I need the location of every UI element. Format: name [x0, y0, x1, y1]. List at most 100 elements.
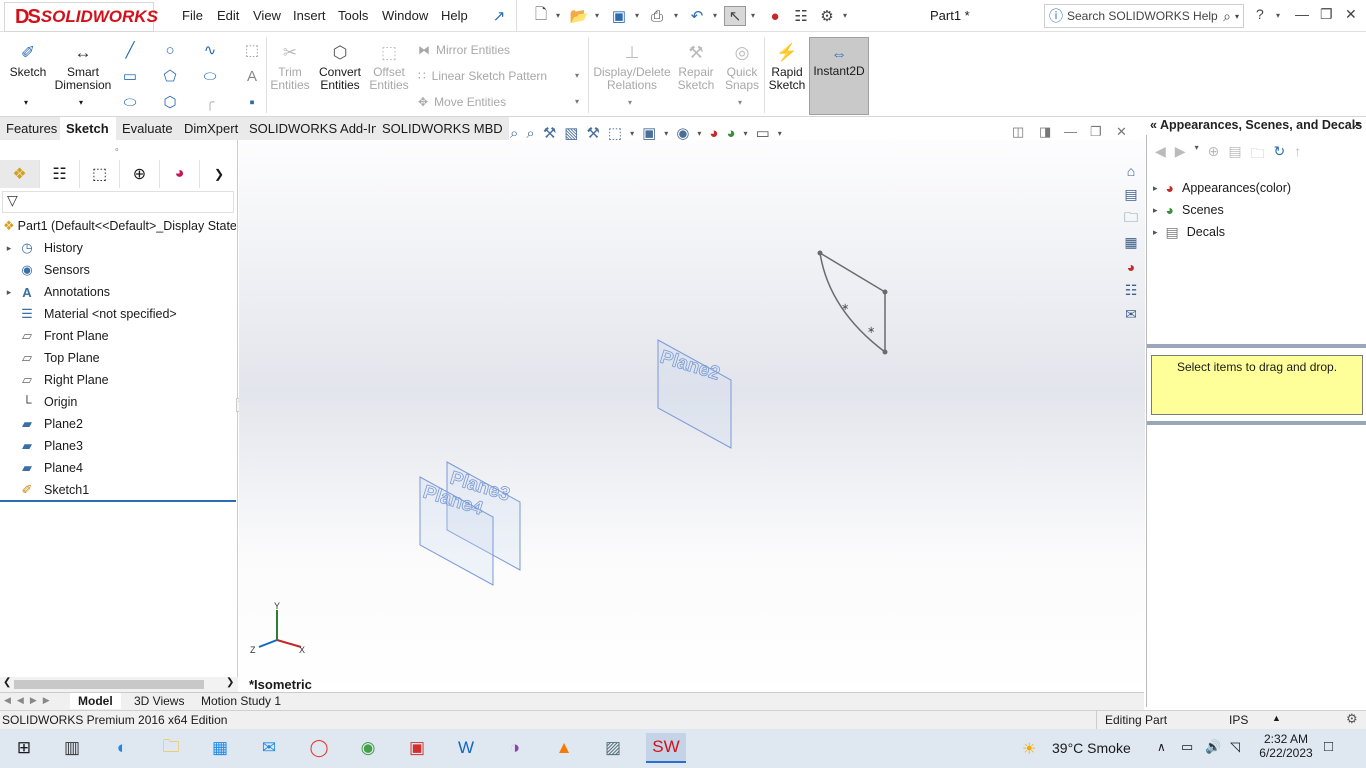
network-icon[interactable]: ◹ [1230, 739, 1240, 755]
plane2[interactable]: Plane2 [657, 339, 732, 449]
menu-file[interactable]: File [182, 8, 203, 23]
up-icon[interactable]: ↑ [1294, 143, 1301, 167]
menu-insert[interactable]: Insert [293, 8, 326, 23]
menu-window[interactable]: Window [382, 8, 428, 23]
display-delete-relations-button[interactable]: ⊥ Display/Delete Relations [593, 40, 670, 92]
help-search-field[interactable]: ⓘ Search SOLIDWORKS Help ⌕ ▾ [1044, 4, 1244, 28]
speaker-icon[interactable]: 🔊 [1205, 739, 1221, 755]
chevron-down-icon[interactable]: ▾ [630, 129, 634, 138]
chevron-down-icon[interactable]: ▾ [778, 129, 782, 138]
back-icon[interactable]: ◀ [1155, 143, 1166, 167]
weather-text[interactable]: 39°C Smoke [1052, 740, 1131, 756]
chevron-down-icon[interactable]: ▾ [595, 11, 599, 20]
collapse-chevrons-icon[interactable]: « [1150, 118, 1157, 132]
hexagon-icon[interactable]: ⬡ [160, 92, 180, 112]
units-selector[interactable]: IPS [1229, 713, 1248, 727]
ellipse-icon[interactable]: ⬭ [200, 66, 220, 86]
tree-item-right-plane[interactable]: ▱ Right Plane [0, 369, 236, 391]
file-explorer-icon[interactable]: 🗀 [156, 733, 186, 763]
menu-help[interactable]: Help [441, 8, 468, 23]
tree-item-material[interactable]: ☰ Material <not specified> [0, 303, 236, 325]
restore-icon[interactable]: ❐ [1090, 124, 1102, 140]
customize-status-icon[interactable]: ⚙ [1346, 711, 1358, 727]
repair-sketch-button[interactable]: ⚒ Repair Sketch [674, 40, 718, 92]
spline-icon[interactable]: ∿ [200, 40, 220, 60]
edge-browser-icon[interactable]: ◐ [107, 733, 137, 763]
sketch-button[interactable]: ✐ Sketch [8, 40, 48, 79]
construction-geometry-icon[interactable]: ⬚ [242, 40, 262, 60]
horizontal-scrollbar[interactable]: ❮ ❯ [0, 677, 238, 692]
add-location-icon[interactable]: ▤ [1228, 143, 1241, 167]
chevron-down-icon[interactable]: ▾ [24, 98, 28, 107]
scenes-item[interactable]: ▸ ◕ Scenes [1153, 199, 1224, 221]
rectangle-icon[interactable]: ▭ [120, 66, 140, 86]
options-gear-icon[interactable]: ⚙ [816, 6, 838, 26]
line-icon[interactable]: ╱ [120, 40, 140, 60]
polygon-icon[interactable]: ⬠ [160, 66, 180, 86]
chevron-down-icon[interactable]: ▾ [713, 11, 717, 20]
chevron-down-icon[interactable]: ▾ [674, 11, 678, 20]
task-view-icon[interactable]: ▥ [57, 733, 87, 763]
slot-icon[interactable]: ⬭ [120, 92, 140, 112]
tab-model[interactable]: Model [70, 693, 121, 709]
appearances-color-item[interactable]: ▸ ◕ Appearances(color) [1153, 177, 1291, 199]
smart-dimension-button[interactable]: ↔ Smart Dimension [52, 40, 114, 92]
chevron-down-icon[interactable]: ▾ [556, 11, 560, 20]
open-folder-icon[interactable]: 📂 [568, 6, 590, 26]
tree-item-plane3[interactable]: ▰ Plane3 [0, 435, 236, 457]
chevron-up-icon[interactable]: ▲ [1272, 713, 1281, 723]
solidworks-logo[interactable]: DS SOLIDWORKS [4, 2, 158, 32]
refresh-icon[interactable]: ↻ [1274, 143, 1286, 167]
word-icon[interactable]: W [451, 733, 481, 763]
chevron-down-icon[interactable]: ▾ [575, 71, 579, 80]
add-to-library-icon[interactable]: ⊕ [1208, 143, 1220, 167]
close-icon[interactable]: ✕ [1345, 6, 1357, 23]
new-document-icon[interactable]: 🗋 [530, 6, 552, 26]
configuration-manager-tab-icon[interactable]: ⬚ [80, 160, 120, 188]
notification-icon[interactable]: □ [1324, 738, 1333, 755]
tree-item-front-plane[interactable]: ▱ Front Plane [0, 325, 236, 347]
tree-item-plane4[interactable]: ▰ Plane4 [0, 457, 236, 479]
pane-splitter[interactable] [1147, 421, 1366, 425]
move-entities-button[interactable]: ✥ Move Entities [418, 95, 506, 109]
acrobat-icon[interactable]: ▣ [402, 733, 432, 763]
tab-motion-study[interactable]: Motion Study 1 [193, 693, 289, 709]
split-view-alt-icon[interactable]: ◨ [1039, 124, 1051, 140]
convert-entities-button[interactable]: ⬡ Convert Entities [314, 40, 366, 92]
file-properties-icon[interactable]: ☷ [790, 6, 812, 26]
edit-appearance-icon[interactable]: ◕ [709, 125, 718, 142]
text-icon[interactable]: A [242, 66, 262, 86]
windows-start-icon[interactable]: ⊞ [9, 733, 39, 763]
zoom-to-area-icon[interactable]: ⌕ [526, 125, 534, 142]
tree-item-top-plane[interactable]: ▱ Top Plane [0, 347, 236, 369]
tab-sketch[interactable]: Sketch [60, 117, 116, 140]
chevron-right-icon[interactable]: ▸ [0, 243, 18, 254]
forward-icon[interactable]: ▶ [1175, 143, 1186, 167]
chevron-right-icon[interactable]: ❯ [200, 160, 238, 188]
zoom-to-fit-icon[interactable]: ⌕ [510, 125, 518, 142]
weather-icon[interactable]: ☀ [1022, 739, 1036, 759]
minimize-icon[interactable]: — [1295, 6, 1309, 22]
split-view-icon[interactable]: ◫ [1012, 124, 1024, 140]
trim-entities-button[interactable]: ✂ Trim Entities [270, 40, 310, 92]
menu-tools[interactable]: Tools [338, 8, 368, 23]
chevron-down-icon[interactable]: ▾ [1276, 11, 1280, 20]
close-icon[interactable]: ✕ [1116, 124, 1127, 140]
sketch1-profile[interactable]: ∗ ∗ [817, 250, 888, 355]
tab-features[interactable]: Features [0, 117, 65, 140]
tab-3d-views[interactable]: 3D Views [126, 693, 192, 709]
menu-edit[interactable]: Edit [217, 8, 239, 23]
model-viewport[interactable]: Plane2 Plane3 Plane4 ∗ ∗ Y X Z [239, 140, 1145, 695]
quick-snaps-button[interactable]: ◎ Quick Snaps [722, 40, 762, 92]
chevron-down-icon[interactable]: ▾ [1235, 12, 1239, 21]
chevron-down-icon[interactable]: ▾ [751, 11, 755, 20]
tab-mbd[interactable]: SOLIDWORKS MBD [376, 117, 510, 140]
file-explorer-icon[interactable]: 🗀 [1119, 208, 1143, 229]
circle-icon[interactable]: ○ [160, 40, 180, 60]
property-manager-tab-icon[interactable]: ☷ [40, 160, 80, 188]
chevron-up-icon[interactable]: ∧ [1157, 740, 1166, 754]
mail-icon[interactable]: ✉ [254, 733, 284, 763]
chevron-down-icon[interactable]: ▾ [744, 129, 748, 138]
decals-item[interactable]: ▸ ▤ Decals [1153, 221, 1225, 243]
snipping-tool-icon[interactable]: ▨ [598, 733, 628, 763]
